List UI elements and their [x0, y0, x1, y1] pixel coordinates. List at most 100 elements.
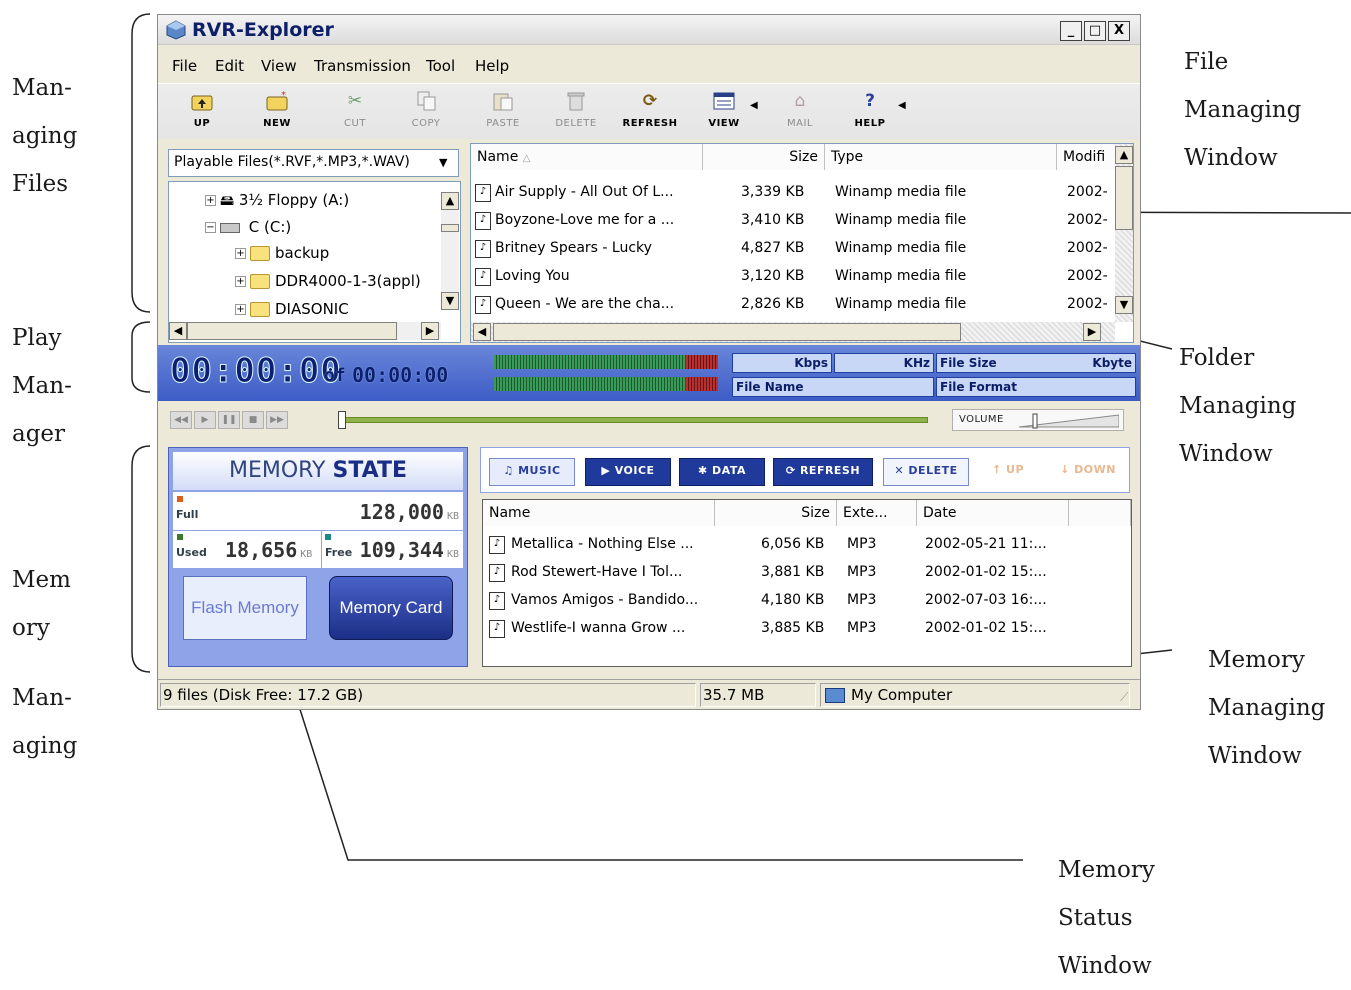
table-row[interactable]: ♪ Air Supply - All Out Of L... 3,339 KB …	[471, 178, 1117, 206]
table-row[interactable]: ♪ Metallica - Nothing Else ... 6,056 KB …	[483, 530, 1131, 558]
menu-tool[interactable]: Tool	[426, 57, 455, 75]
delete-button[interactable]: DELETE	[546, 90, 606, 138]
expand-icon[interactable]: +	[235, 304, 246, 315]
menu-view[interactable]: View	[261, 57, 297, 75]
folder-tree: + 🖴 3½ Floppy (A:) − C (C:) + backup + DDR4…	[168, 181, 461, 343]
mail-button[interactable]: ⌂ MAIL	[770, 90, 830, 138]
music-tab[interactable]: ♫ MUSIC	[489, 458, 575, 486]
scroll-up-icon[interactable]: ▲	[1115, 146, 1133, 164]
audio-file-icon: ♪	[489, 564, 505, 582]
column-modified[interactable]: Modifi	[1057, 144, 1117, 170]
scroll-left-icon[interactable]: ◀	[169, 322, 187, 340]
play-icon[interactable]: ▶	[194, 411, 216, 429]
fast-forward-icon[interactable]: ▶▶	[266, 411, 288, 429]
expand-icon[interactable]: +	[235, 276, 246, 287]
collapse-icon[interactable]: −	[205, 222, 216, 233]
table-row[interactable]: ♪ Boyzone-Love me for a ... 3,410 KB Win…	[471, 206, 1117, 234]
memory-up-button[interactable]: ↑ UP	[975, 458, 1041, 486]
tree-horizontal-scrollbar[interactable]: ◀ ▶	[169, 322, 441, 340]
scroll-down-icon[interactable]: ▼	[1115, 296, 1133, 314]
scroll-right-icon[interactable]: ▶	[421, 322, 439, 340]
flash-memory-button[interactable]: Flash Memory	[183, 576, 307, 640]
memory-delete-button[interactable]: ✕ DELETE	[883, 458, 969, 486]
divider	[173, 530, 463, 531]
minimize-button[interactable]: _	[1060, 21, 1082, 41]
scroll-down-icon[interactable]: ▼	[441, 292, 459, 310]
seek-thumb[interactable]	[338, 411, 346, 429]
scissors-icon: ✂	[347, 91, 363, 111]
help-dropdown-arrow-icon[interactable]: ◀	[898, 100, 906, 111]
memory-card-button[interactable]: Memory Card	[329, 576, 453, 640]
close-button[interactable]: X	[1108, 21, 1130, 41]
help-button[interactable]: ? HELP	[840, 90, 900, 138]
up-button[interactable]: UP	[172, 90, 232, 138]
time-of-label: of	[324, 365, 346, 386]
free-value: 109,344 KB	[359, 538, 459, 562]
tree-item-floppy[interactable]: + 🖴 3½ Floppy (A:)	[205, 190, 349, 214]
menu-edit[interactable]: Edit	[215, 57, 244, 75]
cut-button[interactable]: ✂ CUT	[325, 90, 385, 138]
expand-icon[interactable]: +	[235, 248, 246, 259]
tree-item-backup[interactable]: + backup	[235, 244, 329, 262]
view-dropdown-arrow-icon[interactable]: ◀	[750, 100, 758, 111]
seek-slider[interactable]	[338, 417, 928, 423]
copy-button[interactable]: COPY	[396, 90, 456, 138]
memory-list-header: Name Size Exte... Date	[483, 500, 1131, 528]
stop-icon[interactable]: ■	[242, 411, 264, 429]
volume-slider[interactable]	[1019, 413, 1119, 429]
volume-control: VOLUME	[952, 409, 1124, 431]
free-label: Free	[325, 546, 353, 559]
file-list-horizontal-scrollbar[interactable]: ◀ ▶	[471, 322, 1115, 342]
menu-help[interactable]: Help	[475, 57, 509, 75]
rewind-icon[interactable]: ◀◀	[170, 411, 192, 429]
pause-icon[interactable]: ❚❚	[218, 411, 240, 429]
scroll-right-icon[interactable]: ▶	[1083, 323, 1101, 341]
table-row[interactable]: ♪ Rod Stewert-Have I Tol... 3,881 KB MP3…	[483, 558, 1131, 586]
column-type[interactable]: Type	[825, 144, 1057, 170]
column-date[interactable]: Date	[917, 500, 1069, 526]
column-size[interactable]: Size	[715, 500, 837, 526]
scroll-thumb[interactable]	[441, 224, 459, 232]
column-extension[interactable]: Exte...	[837, 500, 917, 526]
table-row[interactable]: ♪ Loving You 3,120 KB Winamp media file …	[471, 262, 1117, 290]
menu-file[interactable]: File	[172, 57, 197, 75]
audio-file-icon: ♪	[489, 620, 505, 638]
column-size[interactable]: Size	[703, 144, 825, 170]
view-button[interactable]: VIEW	[694, 90, 754, 138]
menu-transmission[interactable]: Transmission	[314, 57, 411, 75]
new-button[interactable]: * NEW	[247, 90, 307, 138]
table-row[interactable]: ♪ Vamos Amigos - Bandido... 4,180 KB MP3…	[483, 586, 1131, 614]
sort-ascending-icon: △	[522, 153, 531, 164]
tree-item-c-drive[interactable]: − C (C:)	[205, 218, 291, 236]
toolbar: UP * NEW ✂ CUT COPY PASTE DELETE ⟳ REFRE…	[158, 83, 1140, 139]
folder-up-icon	[190, 90, 214, 112]
tree-vertical-scrollbar[interactable]: ▲ ▼	[441, 192, 459, 310]
scroll-up-icon[interactable]: ▲	[441, 192, 459, 210]
column-name[interactable]: Name	[483, 500, 715, 526]
table-row[interactable]: ♪ Queen - We are the cha... 2,826 KB Win…	[471, 290, 1117, 318]
memory-down-button[interactable]: ↓ DOWN	[1049, 458, 1127, 486]
volume-label: VOLUME	[959, 414, 1004, 425]
refresh-button[interactable]: ⟳ REFRESH	[620, 90, 680, 138]
scroll-thumb[interactable]	[187, 322, 397, 340]
voice-tab[interactable]: ▶ VOICE	[585, 458, 671, 486]
paste-button[interactable]: PASTE	[473, 90, 533, 138]
tree-item-ddr4000[interactable]: + DDR4000-1-3(appl)	[235, 272, 421, 290]
table-row[interactable]: ♪ Britney Spears - Lucky 4,827 KB Winamp…	[471, 234, 1117, 262]
column-name[interactable]: Name △	[471, 144, 703, 170]
table-row[interactable]: ♪ Westlife-I wanna Grow ... 3,885 KB MP3…	[483, 614, 1131, 642]
scroll-left-icon[interactable]: ◀	[473, 323, 491, 341]
scroll-thumb[interactable]	[493, 323, 961, 341]
scroll-thumb[interactable]	[1115, 166, 1133, 230]
title-bar[interactable]: RVR-Explorer _ □ X	[158, 15, 1140, 45]
maximize-button[interactable]: □	[1084, 21, 1106, 41]
expand-icon[interactable]: +	[205, 195, 216, 206]
resize-grip-icon[interactable]: ⟋	[1120, 690, 1128, 705]
memory-refresh-button[interactable]: ⟳ REFRESH	[773, 458, 873, 486]
file-list-vertical-scrollbar[interactable]: ▲ ▼	[1115, 144, 1133, 322]
app-icon	[166, 20, 186, 40]
file-filter-select[interactable]: Playable Files(*.RVF,*.MP3,*.WAV) ▼	[168, 149, 459, 177]
chevron-down-icon[interactable]: ▼	[439, 156, 447, 169]
tree-item-diasonic[interactable]: + DIASONIC	[235, 300, 349, 318]
data-tab[interactable]: ✱ DATA	[679, 458, 765, 486]
